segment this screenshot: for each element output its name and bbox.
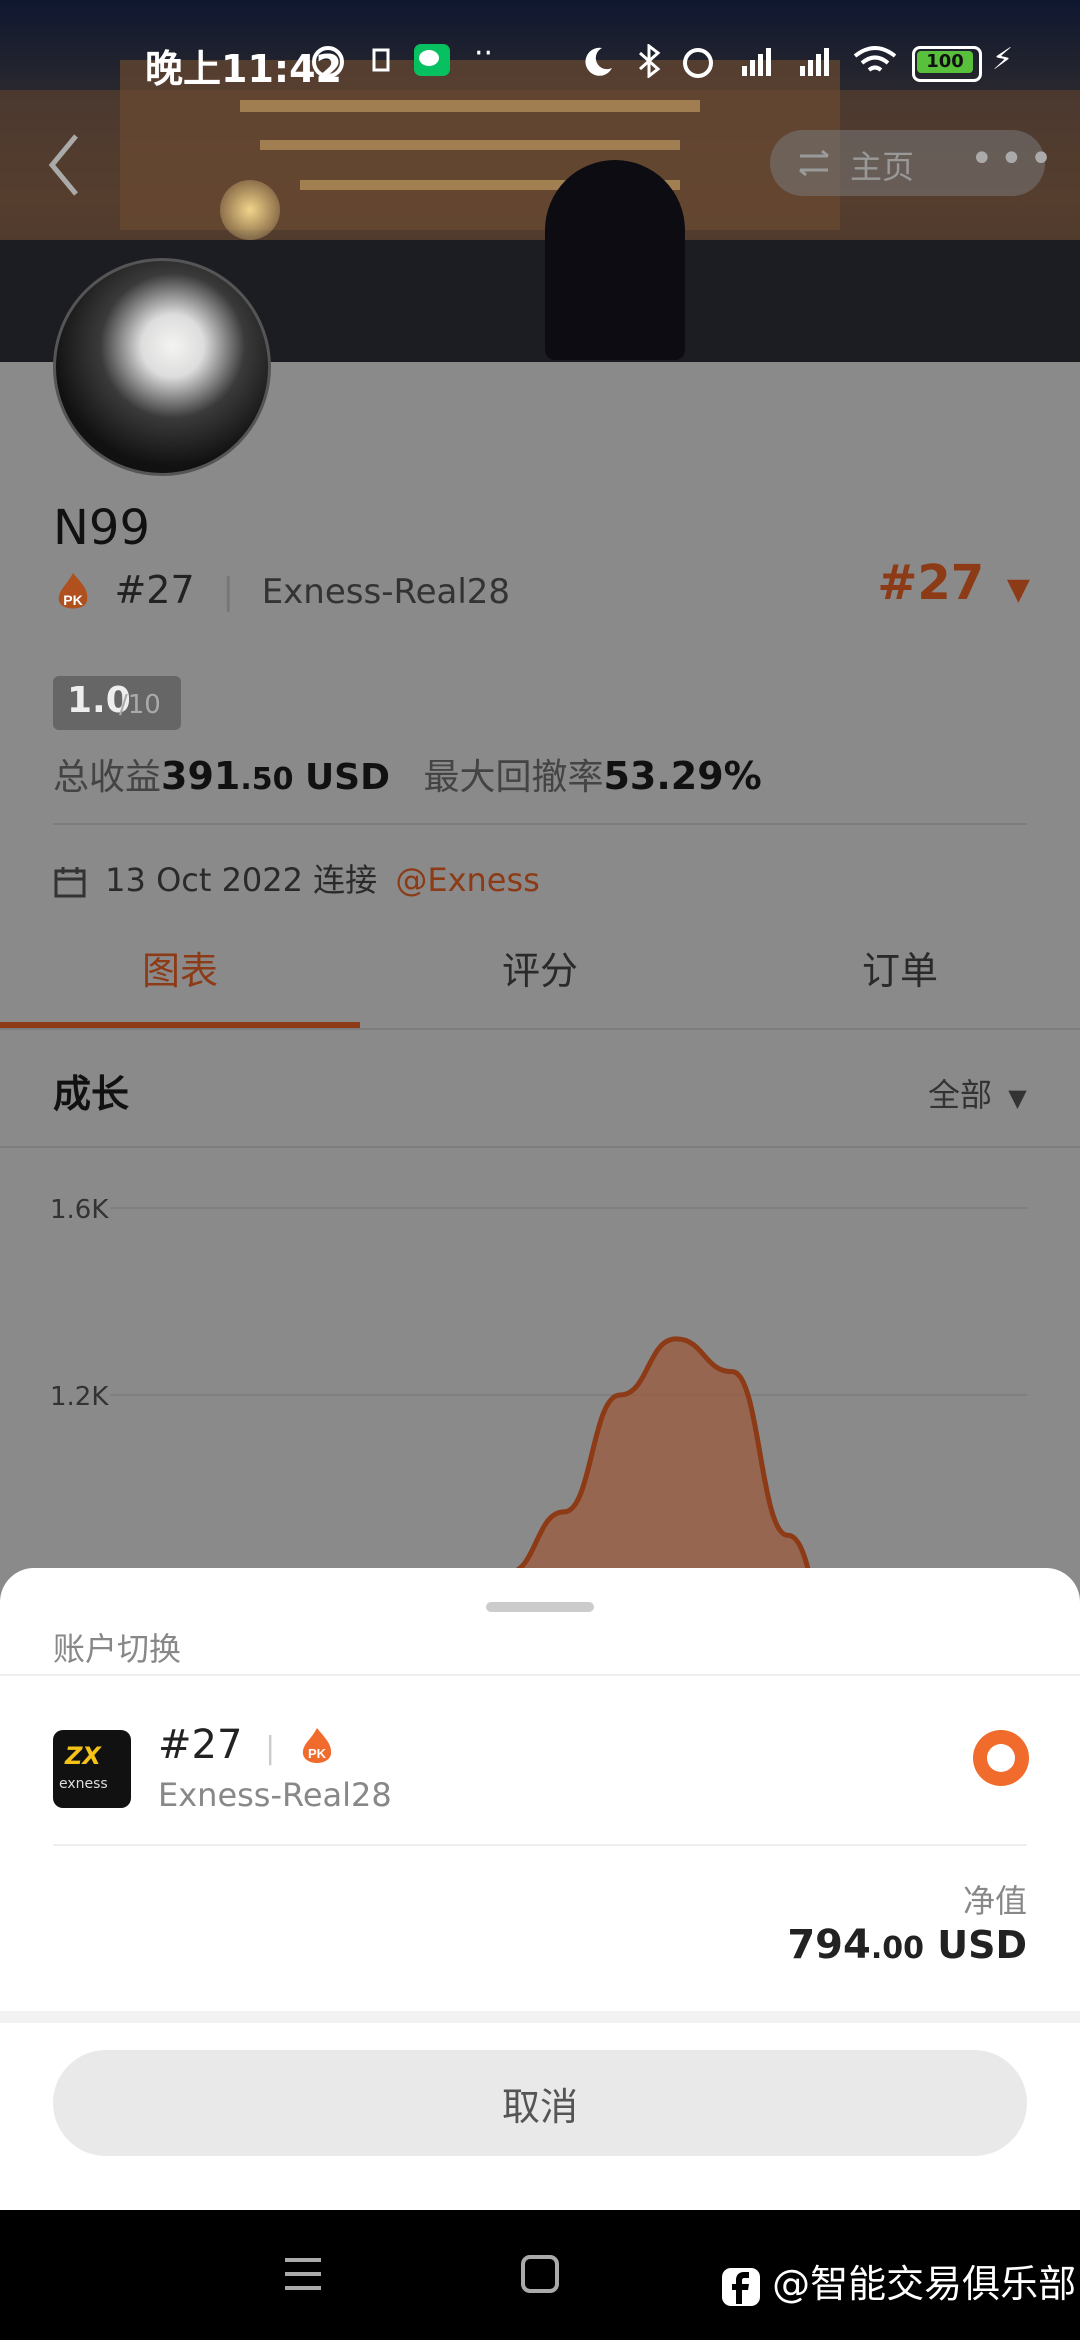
wifi-icon <box>853 46 897 72</box>
rank-row: PK #27 | Exness-Real28 <box>53 568 510 615</box>
triangle-down-icon: ▼ <box>1006 572 1030 607</box>
home-link[interactable]: 主页 <box>850 142 914 188</box>
account-name: Exness-Real28 <box>261 572 511 612</box>
rank-big-value: #27 <box>877 555 985 611</box>
more-dots-icon[interactable]: ••• <box>970 136 1059 182</box>
menu-icon[interactable] <box>283 2256 323 2292</box>
equity-value: 794.00 USD <box>787 1922 1027 1968</box>
date-row: 13 Oct 2022 连接 @Exness <box>53 855 540 901</box>
stats-row: 总收益391.50 USD 最大回撤率53.29% <box>53 748 762 800</box>
total-profit-dec: .50 <box>240 762 294 797</box>
connect-date: 13 Oct 2022 连接 <box>105 861 378 899</box>
triangle-down-icon: ▼ <box>1008 1084 1027 1112</box>
max-drawdown-label: 最大回撤率 <box>423 757 604 798</box>
battery-icon: 100 <box>912 46 982 82</box>
bluetooth-icon <box>639 44 661 78</box>
sheet-handle[interactable] <box>486 1602 594 1612</box>
vibrate-icon <box>372 48 390 72</box>
pk-flame-icon: PK <box>58 573 88 609</box>
exness-logo: ZX exness <box>53 1730 131 1808</box>
broker-link[interactable]: @Exness <box>395 861 539 899</box>
equity-unit: USD <box>937 1923 1027 1967</box>
equity-label: 净值 <box>962 1882 1027 1920</box>
account-number[interactable]: #27 | PK <box>158 1722 336 1768</box>
watermark-text: @智能交易俱乐部 <box>772 2262 1077 2306</box>
exness-mark-icon: ZX <box>65 1742 101 1770</box>
rank-number: #27 <box>114 568 195 612</box>
alarm-icon <box>683 48 713 78</box>
divider <box>0 1674 1080 1676</box>
exness-wordmark: exness <box>59 1776 108 1792</box>
home-square-icon[interactable] <box>520 2254 560 2294</box>
svg-text:PK: PK <box>63 592 82 608</box>
tab-bar: 图表 评分 订单 <box>0 940 1080 1030</box>
tab-rating[interactable]: 评分 <box>360 940 720 995</box>
account-number-value: #27 <box>158 1722 243 1768</box>
pk-flame-icon: PK <box>302 1728 332 1763</box>
divider <box>53 823 1027 825</box>
signal-hd-icon <box>742 48 771 76</box>
separator: | <box>222 571 235 612</box>
signal-hd-2-icon <box>800 48 829 76</box>
growth-filter-dropdown[interactable]: 全部 ▼ <box>928 1070 1027 1116</box>
growth-chart: 1.6K1.2K800 <box>50 1195 1027 1570</box>
cancel-button[interactable]: 取消 <box>53 2050 1027 2156</box>
more-notifications-icon: ·· <box>474 36 494 71</box>
rank-selector[interactable]: #27 ▼ <box>877 555 1030 611</box>
separator: | <box>265 1731 276 1766</box>
y-tick-label: 1.6K <box>50 1195 109 1225</box>
tab-chart[interactable]: 图表 <box>0 940 360 995</box>
growth-area <box>340 1338 900 1570</box>
chevron-left-icon <box>48 134 78 196</box>
score-max: /10 <box>119 690 161 720</box>
watermark: @智能交易俱乐部 <box>722 2253 1076 2308</box>
total-profit-int: 391 <box>161 754 241 798</box>
max-drawdown-value: 53.29% <box>603 754 762 798</box>
facebook-icon <box>722 2267 760 2306</box>
moon-icon <box>585 47 612 76</box>
home-pill: 主页 ••• <box>770 130 1053 196</box>
equity-dec: .00 <box>870 1931 924 1966</box>
section-gap <box>0 2011 1080 2023</box>
timer-icon <box>312 46 344 78</box>
divider <box>0 1146 1080 1148</box>
wechat-icon <box>414 44 450 76</box>
tab-orders[interactable]: 订单 <box>720 940 1080 995</box>
person-silhouette <box>545 160 685 360</box>
calendar-icon <box>54 867 86 898</box>
equity-int: 794 <box>787 1922 871 1968</box>
score-badge: 1.0 /10 <box>53 676 181 730</box>
radio-dot <box>987 1744 1015 1772</box>
sheet-title: 账户切换 <box>53 1630 182 1668</box>
divider <box>0 1028 1080 1030</box>
growth-filter-value: 全部 <box>928 1076 993 1114</box>
battery-level: 100 <box>917 51 973 73</box>
switch-icon[interactable] <box>798 150 832 176</box>
total-profit-label: 总收益 <box>53 757 162 798</box>
avatar[interactable] <box>53 258 271 476</box>
username: N99 <box>53 500 150 556</box>
divider <box>53 1844 1027 1846</box>
account-name: Exness-Real28 <box>158 1776 392 1814</box>
total-profit-unit: USD <box>304 757 390 798</box>
svg-text:PK: PK <box>308 1746 327 1761</box>
charging-icon: ⚡ <box>992 42 1014 77</box>
y-tick-label: 1.2K <box>50 1382 109 1412</box>
growth-title: 成长 <box>53 1072 130 1116</box>
back-button[interactable] <box>44 130 84 200</box>
lamp-glow <box>220 180 280 240</box>
status-bar: 晚上11:42 ·· 100 ⚡ <box>0 0 1080 130</box>
